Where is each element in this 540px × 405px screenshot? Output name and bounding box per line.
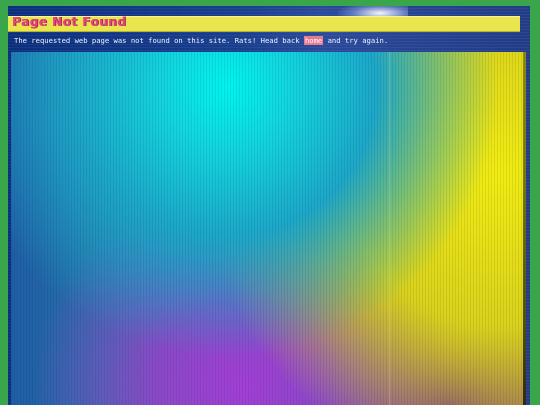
message-text-after: and try again. bbox=[323, 36, 389, 45]
decorative-gradient-image bbox=[11, 52, 526, 405]
title-bar: Page Not Found bbox=[8, 15, 520, 32]
message-text-before: The requested web page was not found on … bbox=[14, 36, 304, 45]
page-title: Page Not Found bbox=[12, 15, 127, 29]
home-link[interactable]: home bbox=[303, 36, 324, 45]
page-frame: Page Not Found The requested web page wa… bbox=[8, 6, 530, 405]
not-found-message: The requested web page was not found on … bbox=[14, 36, 388, 45]
image-edge-shadow bbox=[523, 52, 526, 405]
image-overlay-divider bbox=[389, 52, 390, 405]
